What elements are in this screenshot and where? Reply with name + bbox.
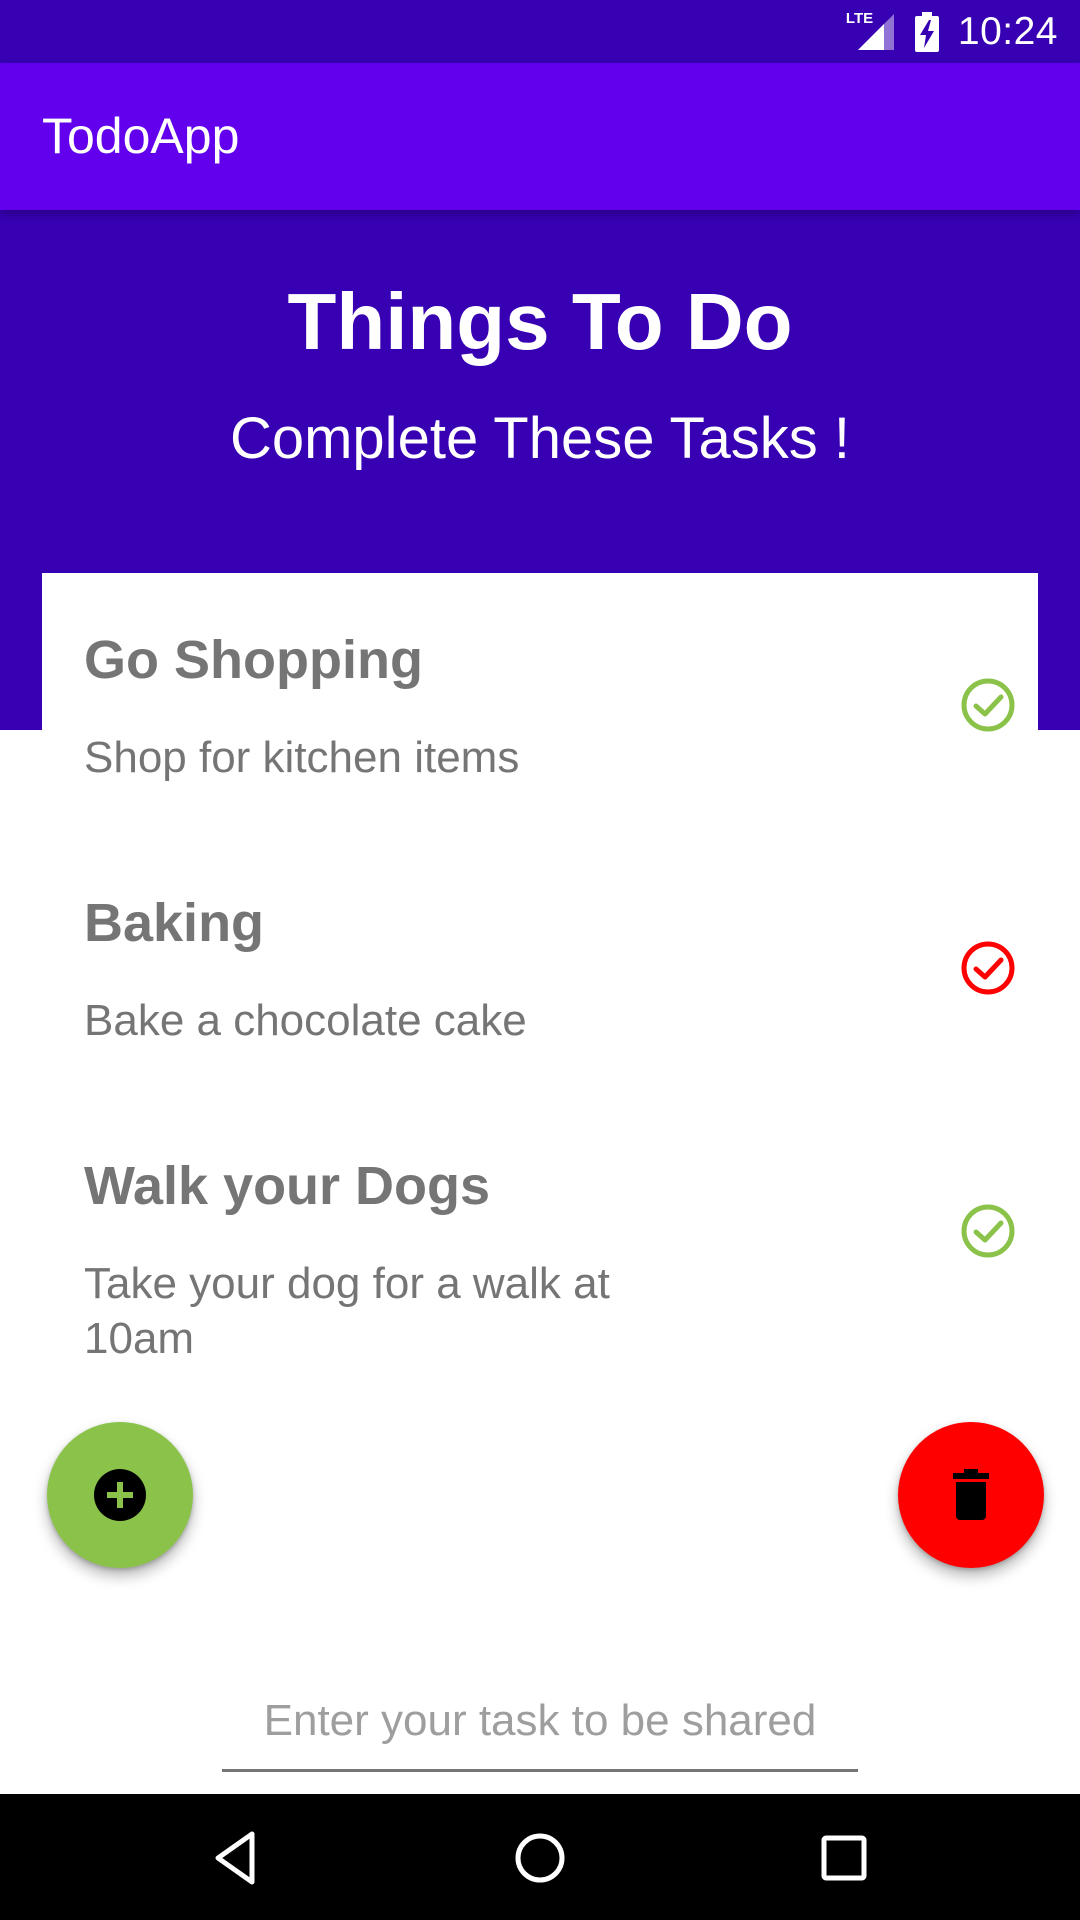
task-list-card: Go Shopping Shop for kitchen items Bakin… — [42, 573, 1038, 1373]
check-circle-icon[interactable] — [960, 940, 1016, 996]
task-item[interactable]: Walk your Dogs Take your dog for a walk … — [42, 1099, 1038, 1363]
page-title: Things To Do — [287, 277, 793, 366]
task-title: Go Shopping — [84, 630, 423, 690]
recents-icon[interactable] — [808, 1822, 880, 1894]
network-label: LTE — [845, 9, 874, 27]
task-item[interactable]: Go Shopping Shop for kitchen items — [42, 573, 1038, 835]
home-icon[interactable] — [504, 1822, 576, 1894]
task-input[interactable] — [222, 1672, 858, 1772]
page-subtitle: Complete These Tasks ! — [229, 406, 851, 471]
plus-circle-icon — [94, 1469, 146, 1521]
lte-signal-icon: LTE — [846, 10, 896, 54]
status-icons: LTE 10:24 — [846, 0, 1058, 63]
app-title: TodoApp — [42, 108, 240, 164]
check-circle-icon[interactable] — [960, 1203, 1016, 1259]
back-icon[interactable] — [200, 1822, 272, 1894]
task-item[interactable]: Baking Bake a chocolate cake — [42, 836, 1038, 1098]
trash-icon — [953, 1469, 989, 1520]
navigation-bar — [0, 1794, 1080, 1920]
battery-charging-icon — [914, 11, 940, 52]
check-circle-icon[interactable] — [960, 677, 1016, 733]
app-bar: TodoApp — [0, 63, 1080, 210]
task-title: Walk your Dogs — [84, 1156, 491, 1216]
task-description: Bake a chocolate cake — [84, 996, 527, 1045]
task-description: Take your dog for a walk at 10am — [84, 1259, 610, 1363]
status-time: 10:24 — [957, 9, 1058, 53]
task-description: Shop for kitchen items — [84, 733, 520, 782]
delete-task-button[interactable] — [898, 1422, 1044, 1568]
add-task-button[interactable] — [47, 1422, 193, 1568]
status-bar: LTE 10:24 — [0, 0, 1080, 63]
task-title: Baking — [84, 893, 265, 953]
